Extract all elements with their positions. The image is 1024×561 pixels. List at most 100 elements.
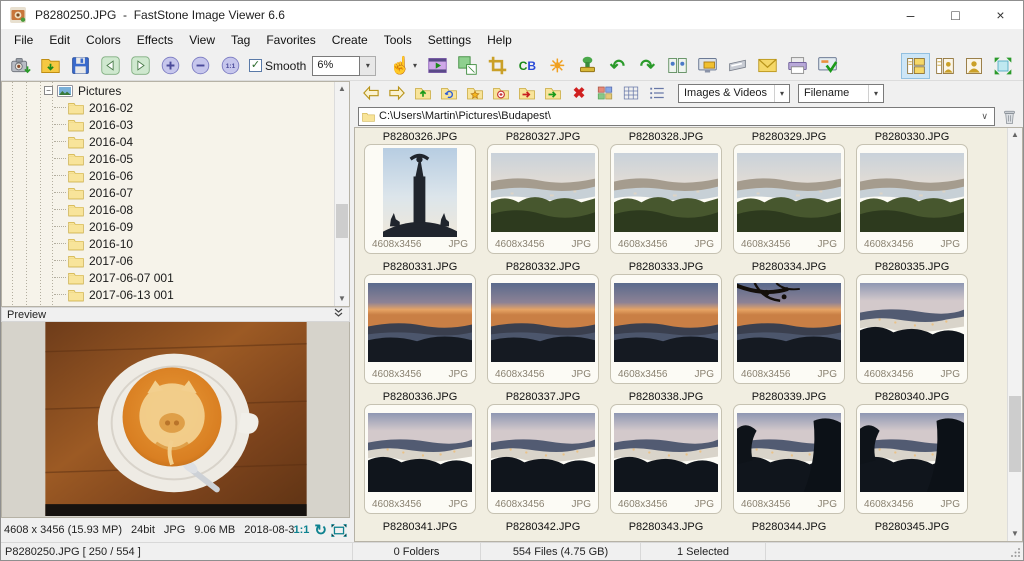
back-icon[interactable] xyxy=(358,82,384,104)
tree-item-2017-06-07-001[interactable]: 2017-06-07 001 xyxy=(2,269,349,286)
tree-item-pictures[interactable]: −Pictures xyxy=(2,82,349,99)
compare-images-icon[interactable] xyxy=(662,53,692,79)
menu-item-create[interactable]: Create xyxy=(324,33,376,47)
tree-item-2016-09[interactable]: 2016-09 xyxy=(2,218,349,235)
thumbnail-p8280345[interactable]: P8280345.JPG xyxy=(856,521,968,534)
zoom-out-icon[interactable] xyxy=(185,53,215,79)
thumbnail-card[interactable]: 4608x3456JPG xyxy=(733,274,845,384)
crop-icon[interactable] xyxy=(482,53,512,79)
enhance-lighting-icon[interactable]: ☀ xyxy=(542,53,572,79)
zoom-in-icon[interactable] xyxy=(155,53,185,79)
thumbnail-p8280342[interactable]: P8280342.JPG xyxy=(487,521,599,534)
close-button[interactable]: × xyxy=(978,1,1023,29)
rotate-left-icon[interactable]: ↶ xyxy=(602,53,632,79)
thumbnail-card[interactable]: 4608x3456JPG xyxy=(487,404,599,514)
delete-icon[interactable]: ✖ xyxy=(566,82,592,104)
sort-dropdown-icon[interactable]: ▾ xyxy=(868,85,883,102)
scroll-up-icon[interactable]: ▲ xyxy=(1008,128,1022,142)
rotate-right-icon[interactable]: ↷ xyxy=(632,53,662,79)
hand-tool-icon[interactable]: ☝▾ xyxy=(384,53,422,79)
next-image-icon[interactable] xyxy=(125,53,155,79)
check-update-icon[interactable] xyxy=(812,53,842,79)
thumbnail-scroll-thumb[interactable] xyxy=(1009,396,1021,472)
tree-item-2016-02[interactable]: 2016-02 xyxy=(2,99,349,116)
path-input[interactable]: C:\Users\Martin\Pictures\Budapest\ ∨ xyxy=(358,107,995,126)
recycle-bin-icon[interactable] xyxy=(999,106,1019,126)
thumbnail-card[interactable]: 4608x3456JPG xyxy=(610,274,722,384)
menu-item-help[interactable]: Help xyxy=(479,33,520,47)
smooth-checkbox[interactable]: ✓ Smooth xyxy=(249,59,306,73)
scroll-down-icon[interactable]: ▼ xyxy=(335,292,349,306)
email-icon[interactable] xyxy=(752,53,782,79)
menu-item-settings[interactable]: Settings xyxy=(420,33,479,47)
collapse-preview-icon[interactable] xyxy=(333,308,344,321)
thumbnail-card[interactable]: 4608x3456JPG xyxy=(856,274,968,384)
tree-item-2016-06[interactable]: 2016-06 xyxy=(2,167,349,184)
minimize-button[interactable]: – xyxy=(888,1,933,29)
fit-window-icon[interactable] xyxy=(331,524,347,537)
adjust-colors-icon[interactable]: CB xyxy=(512,53,542,79)
thumbnail-card[interactable]: 4608x3456JPG xyxy=(364,144,476,254)
actual-size-icon[interactable]: 1:1 xyxy=(215,53,245,79)
refresh-icon[interactable] xyxy=(436,82,462,104)
zoom-level-select[interactable]: 6% ▾ xyxy=(312,56,376,76)
menu-item-tag[interactable]: Tag xyxy=(223,33,258,47)
collapse-node-icon[interactable]: − xyxy=(44,86,53,95)
thumbnail-card[interactable]: 4608x3456JPG xyxy=(487,144,599,254)
resize-icon[interactable] xyxy=(452,53,482,79)
tree-item-2016-03[interactable]: 2016-03 xyxy=(2,116,349,133)
copy-to-folder-icon[interactable] xyxy=(514,82,540,104)
detail-view-icon[interactable] xyxy=(618,82,644,104)
menu-item-view[interactable]: View xyxy=(181,33,223,47)
thumbnail-card[interactable]: 4608x3456JPG xyxy=(364,404,476,514)
full-window-view-icon[interactable] xyxy=(959,53,988,79)
up-one-level-icon[interactable] xyxy=(410,82,436,104)
tree-item-2016-10[interactable]: 2016-10 xyxy=(2,235,349,252)
favorites-icon[interactable] xyxy=(462,82,488,104)
menu-item-effects[interactable]: Effects xyxy=(129,33,181,47)
tree-item-2017-06-13-001[interactable]: 2017-06-13 001 xyxy=(2,286,349,303)
tree-scrollbar[interactable]: ▲ ▼ xyxy=(334,82,349,306)
browser-view-icon[interactable] xyxy=(901,53,930,79)
print-icon[interactable] xyxy=(782,53,812,79)
zoom-dropdown-icon[interactable]: ▾ xyxy=(360,56,376,76)
menu-item-file[interactable]: File xyxy=(6,33,41,47)
open-folder-tree-icon[interactable] xyxy=(488,82,514,104)
slideshow-icon[interactable] xyxy=(422,53,452,79)
previous-image-icon[interactable] xyxy=(95,53,125,79)
viewer-with-browser-icon[interactable] xyxy=(930,53,959,79)
lossless-rotate-icon[interactable]: ↻ xyxy=(314,521,327,539)
sort-select[interactable]: Filename ▾ xyxy=(798,84,884,103)
tree-item-2016-08[interactable]: 2016-08 xyxy=(2,201,349,218)
preview-pane[interactable] xyxy=(1,322,350,518)
tree-item-2016-05[interactable]: 2016-05 xyxy=(2,150,349,167)
list-view-icon[interactable] xyxy=(644,82,670,104)
file-filter-select[interactable]: Images & Videos ▾ xyxy=(678,84,790,103)
menu-item-edit[interactable]: Edit xyxy=(41,33,78,47)
open-file-icon[interactable] xyxy=(35,53,65,79)
thumbnail-card[interactable]: 4608x3456JPG xyxy=(610,404,722,514)
menu-item-colors[interactable]: Colors xyxy=(78,33,129,47)
thumbnail-card[interactable]: 4608x3456JPG xyxy=(364,274,476,384)
resize-grip-icon[interactable] xyxy=(1011,547,1021,557)
scan-icon[interactable] xyxy=(722,53,752,79)
thumbnail-card[interactable]: 4608x3456JPG xyxy=(856,144,968,254)
thumbnail-card[interactable]: 4608x3456JPG xyxy=(610,144,722,254)
thumbnail-card[interactable]: 4608x3456JPG xyxy=(733,404,845,514)
forward-icon[interactable] xyxy=(384,82,410,104)
thumbnail-card[interactable]: 4608x3456JPG xyxy=(733,144,845,254)
thumbnail-p8280343[interactable]: P8280343.JPG xyxy=(610,521,722,534)
thumbnail-view-icon[interactable] xyxy=(592,82,618,104)
screen-capture-icon[interactable] xyxy=(692,53,722,79)
scroll-down-icon[interactable]: ▼ xyxy=(1008,527,1022,541)
menu-item-favorites[interactable]: Favorites xyxy=(258,33,323,47)
import-photos-icon[interactable] xyxy=(5,53,35,79)
tree-item-2017-08[interactable]: 2017-08 xyxy=(2,303,349,307)
save-as-icon[interactable] xyxy=(65,53,95,79)
move-to-folder-icon[interactable] xyxy=(540,82,566,104)
maximize-button[interactable]: □ xyxy=(933,1,978,29)
thumbnail-p8280344[interactable]: P8280344.JPG xyxy=(733,521,845,534)
thumbnail-scrollbar[interactable]: ▲ ▼ xyxy=(1007,128,1022,541)
thumbnail-card[interactable]: 4608x3456JPG xyxy=(487,274,599,384)
tree-item-2017-06[interactable]: 2017-06 xyxy=(2,252,349,269)
